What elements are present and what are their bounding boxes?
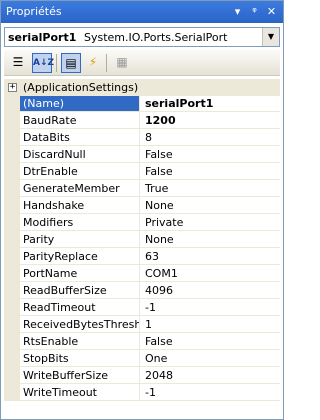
- property-row[interactable]: WriteBufferSize 2048: [4, 368, 280, 385]
- property-name[interactable]: BaudRate: [20, 113, 139, 129]
- object-type: System.IO.Ports.SerialPort: [84, 31, 228, 44]
- property-row[interactable]: DataBits 8: [4, 130, 280, 147]
- property-row[interactable]: PortName COM1: [4, 266, 280, 283]
- row-gutter: [4, 317, 20, 334]
- property-name[interactable]: WriteBufferSize: [20, 368, 139, 384]
- property-row[interactable]: WriteTimeout -1: [4, 385, 280, 401]
- close-icon[interactable]: ✕: [264, 4, 279, 19]
- property-value[interactable]: False: [140, 164, 280, 180]
- window-menu-icon[interactable]: ▾: [230, 4, 245, 19]
- property-value[interactable]: serialPort1: [140, 96, 280, 112]
- row-gutter: [4, 181, 20, 198]
- property-row[interactable]: DiscardNull False: [4, 147, 280, 164]
- lightning-icon[interactable]: ⚡: [83, 53, 103, 73]
- toolbar-separator: [56, 54, 57, 72]
- property-row[interactable]: (Name) serialPort1: [4, 96, 280, 113]
- property-name[interactable]: ReadBufferSize: [20, 283, 139, 299]
- row-gutter: [4, 198, 20, 215]
- property-name[interactable]: (Name): [20, 96, 139, 112]
- property-row[interactable]: DtrEnable False: [4, 164, 280, 181]
- property-value[interactable]: COM1: [140, 266, 280, 282]
- property-name[interactable]: Handshake: [20, 198, 139, 214]
- property-grid: + (ApplicationSettings) (Name) serialPort…: [4, 79, 280, 401]
- property-row[interactable]: GenerateMember True: [4, 181, 280, 198]
- property-row[interactable]: ReceivedBytesThreshold1: [4, 317, 280, 334]
- row-gutter: [4, 368, 20, 385]
- window-title: Propriétés: [6, 5, 62, 18]
- object-selector[interactable]: serialPort1 System.IO.Ports.SerialPort ▼: [4, 27, 280, 47]
- property-name[interactable]: DtrEnable: [20, 164, 139, 180]
- property-name[interactable]: RtsEnable: [20, 334, 139, 350]
- row-gutter: [4, 300, 20, 317]
- property-row[interactable]: RtsEnable False: [4, 334, 280, 351]
- row-gutter: [4, 249, 20, 266]
- property-value[interactable]: 63: [140, 249, 280, 265]
- pin-icon[interactable]: ᵠ: [247, 4, 262, 19]
- property-value[interactable]: One: [140, 351, 280, 367]
- property-row[interactable]: Parity None: [4, 232, 280, 249]
- property-value[interactable]: True: [140, 181, 280, 197]
- properties-icon[interactable]: ▤: [61, 53, 81, 73]
- property-value[interactable]: None: [140, 198, 280, 214]
- property-name[interactable]: StopBits: [20, 351, 139, 367]
- property-value[interactable]: 4096: [140, 283, 280, 299]
- property-row[interactable]: StopBits One: [4, 351, 280, 368]
- property-pages-icon[interactable]: ▦: [112, 53, 132, 73]
- row-gutter: [4, 147, 20, 164]
- property-row[interactable]: ReadTimeout -1: [4, 300, 280, 317]
- property-row[interactable]: BaudRate 1200: [4, 113, 280, 130]
- property-value[interactable]: 1200: [140, 113, 280, 129]
- categorized-icon[interactable]: ☰: [8, 53, 28, 73]
- property-row[interactable]: Handshake None: [4, 198, 280, 215]
- property-row[interactable]: ParityReplace 63: [4, 249, 280, 266]
- property-value[interactable]: -1: [140, 300, 280, 316]
- property-name[interactable]: WriteTimeout: [20, 385, 139, 401]
- row-gutter: [4, 232, 20, 249]
- property-name[interactable]: ReadTimeout: [20, 300, 139, 316]
- sort-az-icon[interactable]: A↓Z: [32, 53, 54, 73]
- row-gutter: [4, 385, 20, 401]
- property-name[interactable]: Modifiers: [20, 215, 139, 231]
- property-name[interactable]: DiscardNull: [20, 147, 139, 163]
- property-name[interactable]: GenerateMember: [20, 181, 139, 197]
- property-name[interactable]: ReceivedBytesThreshold: [20, 317, 139, 333]
- property-name[interactable]: PortName: [20, 266, 139, 282]
- property-value[interactable]: 2048: [140, 368, 280, 384]
- property-name[interactable]: Parity: [20, 232, 139, 248]
- property-value[interactable]: None: [140, 232, 280, 248]
- row-gutter: [4, 334, 20, 351]
- property-row[interactable]: Modifiers Private: [4, 215, 280, 232]
- row-gutter: [4, 164, 20, 181]
- row-gutter: [4, 283, 20, 300]
- property-row[interactable]: ReadBufferSize 4096: [4, 283, 280, 300]
- property-value[interactable]: 1: [140, 317, 280, 333]
- property-value[interactable]: -1: [140, 385, 280, 401]
- properties-window: Propriétés ▾ ᵠ ✕ serialPort1 System.IO.P…: [0, 0, 284, 420]
- toolbar-separator: [106, 54, 107, 72]
- property-value[interactable]: False: [140, 147, 280, 163]
- row-gutter: [4, 130, 20, 147]
- properties-toolbar: ☰ A↓Z ▤ ⚡ ▦: [4, 50, 280, 76]
- property-value[interactable]: Private: [140, 215, 280, 231]
- category-row[interactable]: + (ApplicationSettings): [4, 79, 280, 96]
- property-name[interactable]: ParityReplace: [20, 249, 139, 265]
- row-gutter: [4, 351, 20, 368]
- row-gutter: [4, 113, 20, 130]
- row-gutter: [4, 215, 20, 232]
- category-label: (ApplicationSettings): [23, 81, 139, 94]
- expand-icon[interactable]: +: [8, 83, 17, 92]
- row-gutter: [4, 96, 20, 113]
- property-name[interactable]: DataBits: [20, 130, 139, 146]
- title-bar[interactable]: Propriétés ▾ ᵠ ✕: [1, 1, 283, 23]
- property-value[interactable]: 8: [140, 130, 280, 146]
- chevron-down-icon[interactable]: ▼: [262, 28, 279, 46]
- object-name: serialPort1: [8, 31, 77, 44]
- property-value[interactable]: False: [140, 334, 280, 350]
- row-gutter: [4, 266, 20, 283]
